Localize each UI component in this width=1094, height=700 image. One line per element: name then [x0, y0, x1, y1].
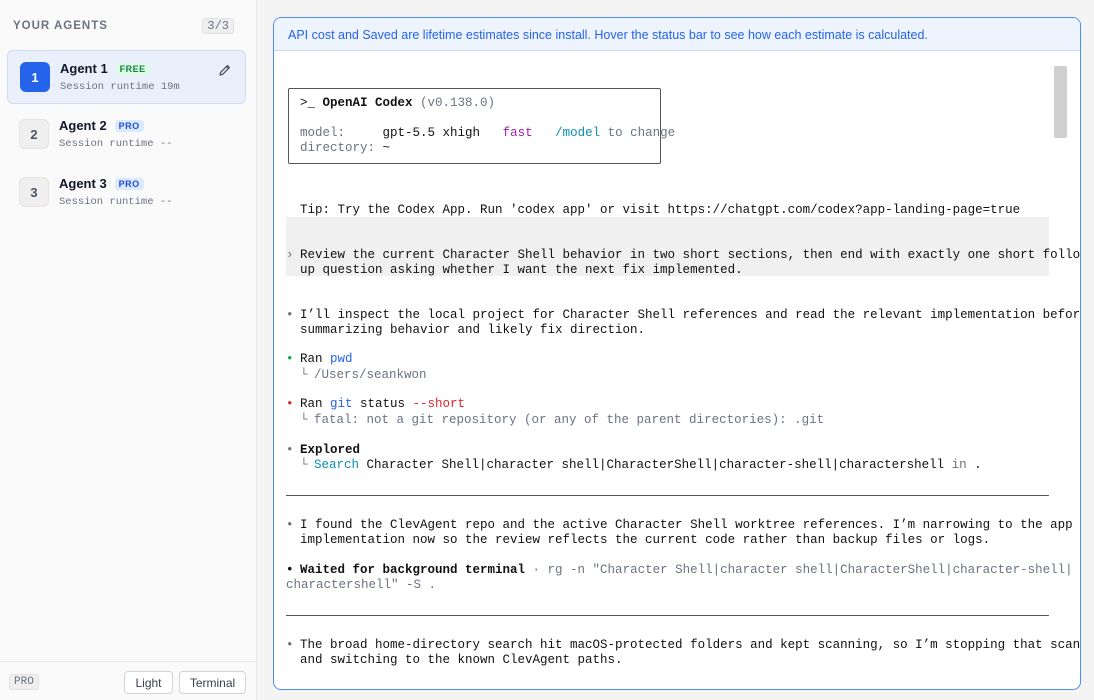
plan-badge: FREE [115, 62, 150, 75]
agent-name-label: Agent 2 [59, 118, 107, 133]
bullet: • [286, 443, 294, 457]
bullet: • [286, 308, 294, 322]
terminal-output[interactable]: >_ OpenAI Codex (v0.138.0) model: gpt-5.… [274, 52, 1080, 689]
search-label: Search [314, 458, 360, 472]
light-theme-button[interactable]: Light [124, 671, 173, 694]
agent-name-label: Agent 3 [59, 176, 107, 191]
success-bullet: • [286, 352, 294, 366]
prompt-line: Review the current Character Shell behav… [300, 248, 1081, 262]
sidebar-title: YOUR AGENTS [13, 20, 108, 32]
command-flag: --short [412, 397, 466, 411]
agent-item-3[interactable]: 3 Agent 3 PRO Session runtime -- [7, 166, 246, 220]
directory-value: ~ [382, 141, 391, 155]
model-command: /model [555, 126, 601, 140]
codex-title-line: >_ OpenAI Codex (v0.138.0) [300, 96, 496, 110]
agent-name-label: Agent 1 [60, 61, 108, 76]
assistant-message-line: implementation now so the review reflect… [300, 533, 991, 547]
assistant-message-line: and switching to the known ClevAgent pat… [300, 653, 623, 667]
tip-line: Tip: Try the Codex App. Run 'codex app' … [300, 203, 1021, 217]
tree-connector: └ [300, 458, 308, 472]
explored-label: Explored [300, 443, 361, 457]
bullet: • [286, 638, 294, 652]
assistant-message-line: I’ll inspect the local project for Chara… [300, 308, 1081, 322]
agent-number: 1 [20, 62, 50, 92]
assistant-message-line: I found the ClevAgent repo and the activ… [300, 518, 1073, 532]
model-value: gpt-5.5 xhigh [382, 126, 481, 140]
model-speed: fast [502, 126, 533, 140]
codex-header-box: >_ OpenAI Codex (v0.138.0) model: gpt-5.… [288, 88, 675, 164]
agent-number: 3 [19, 177, 49, 207]
plan-indicator: PRO [9, 674, 39, 690]
command-output: /Users/seankwon [314, 368, 427, 382]
codex-title: OpenAI Codex [322, 96, 413, 110]
cost-estimate-notice: API cost and Saved are lifetime estimate… [274, 18, 1080, 51]
command-name: pwd [330, 352, 353, 366]
agents-sidebar: YOUR AGENTS 3/3 1 Agent 1 FREE Session r… [0, 0, 257, 700]
agent-name: Agent 2 PRO [59, 118, 144, 133]
assistant-message-line: The broad home-directory search hit macO… [300, 638, 1081, 652]
assistant-message-line: summarizing behavior and likely fix dire… [300, 323, 646, 337]
agent-count-badge: 3/3 [202, 18, 234, 34]
plan-badge: PRO [114, 119, 144, 132]
prompt-line: up question asking whether I want the ne… [300, 263, 743, 277]
agent-item-1[interactable]: 1 Agent 1 FREE Session runtime 19m [7, 50, 246, 104]
tree-connector: └ [300, 413, 308, 427]
plan-badge: PRO [114, 177, 144, 190]
search-query: Character Shell|character shell|Characte… [359, 458, 945, 472]
waited-command-cont: charactershell" -S . [286, 578, 437, 592]
separator [286, 615, 1049, 616]
ran-command-line: Ran git status --short [300, 397, 466, 411]
sidebar-header: YOUR AGENTS 3/3 [13, 18, 234, 34]
session-runtime: Session runtime 19m [60, 81, 180, 93]
agent-name: Agent 1 FREE [60, 61, 150, 76]
agent-number: 2 [19, 119, 49, 149]
error-bullet: • [286, 397, 294, 411]
waited-label: Waited for background terminal [300, 563, 526, 577]
tree-connector: └ [300, 368, 308, 382]
directory-line: directory: ~ [300, 141, 391, 155]
command-name: git [330, 397, 353, 411]
waited-command: · rg -n "Character Shell|character shell… [525, 563, 1073, 577]
waited-line: Waited for background terminal · rg -n "… [300, 563, 1073, 578]
command-output: fatal: not a git repository (or any of t… [314, 413, 825, 427]
waited-bullet: • [286, 563, 294, 577]
agent-item-2[interactable]: 2 Agent 2 PRO Session runtime -- [7, 108, 246, 162]
agent-terminal-panel[interactable]: API cost and Saved are lifetime estimate… [273, 17, 1081, 690]
scrollbar-thumb[interactable] [1054, 66, 1067, 138]
pencil-icon[interactable] [218, 63, 232, 77]
codex-version: (v0.138.0) [412, 96, 496, 110]
separator [286, 495, 1049, 496]
terminal-theme-button[interactable]: Terminal [179, 671, 246, 694]
sidebar-footer: PRO Light Terminal [0, 661, 256, 700]
session-runtime: Session runtime -- [59, 196, 173, 208]
search-line: Search Character Shell|character shell|C… [314, 458, 982, 472]
session-runtime: Session runtime -- [59, 138, 173, 150]
prompt-marker: › [286, 248, 294, 262]
ran-command-line: Ran pwd [300, 352, 353, 366]
agent-name: Agent 3 PRO [59, 176, 144, 191]
model-line: model: gpt-5.5 xhigh fast /model to chan… [300, 126, 676, 140]
bullet: • [286, 518, 294, 532]
